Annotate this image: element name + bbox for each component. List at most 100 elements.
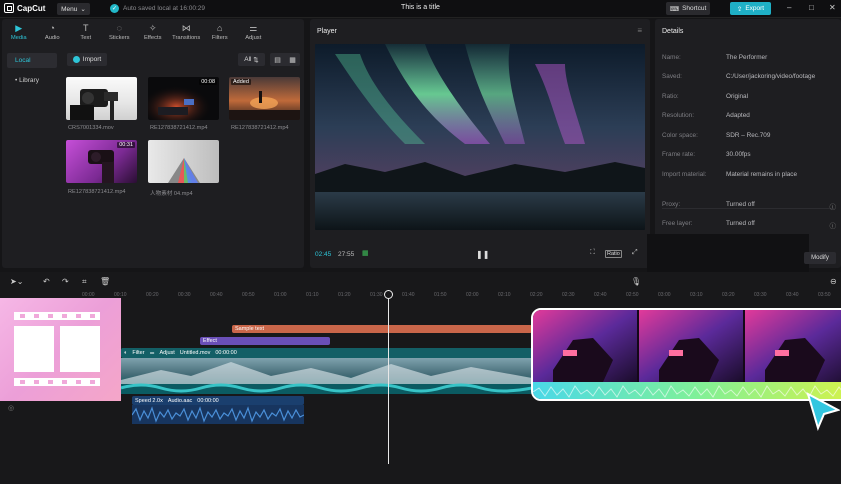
tab-label: Effects <box>143 34 162 41</box>
playhead-line[interactable] <box>388 290 389 464</box>
plus-icon <box>72 56 80 63</box>
filter-all-button[interactable]: All ⇅ <box>238 53 265 66</box>
tick-label: 01:10 <box>306 292 319 298</box>
audio-waveform[interactable] <box>131 405 305 424</box>
player-title: Player <box>317 28 337 35</box>
media-thumbnail[interactable] <box>66 77 137 120</box>
media-filename: RE127838721412.mp4 <box>68 189 126 195</box>
tick-label: 00:30 <box>178 292 191 298</box>
effect-clip[interactable]: Effect <box>200 337 330 345</box>
select-tool-icon[interactable]: ➤⌄ <box>10 277 23 286</box>
tick-label: 01:00 <box>274 292 287 298</box>
aurora-landscape-image <box>315 44 645 230</box>
delete-icon[interactable]: 🗑 <box>100 277 110 286</box>
undo-icon[interactable]: ↶ <box>43 277 50 286</box>
selected-clip-preview[interactable] <box>531 308 841 401</box>
details-panel: Details Name: The Performer Saved: C:/Us… <box>655 19 841 268</box>
tick-label: 02:20 <box>530 292 543 298</box>
tab-adjust[interactable]: ⚌ Adjust <box>237 19 271 45</box>
video-clip-header[interactable]: ◐ Filter ⚌ Adjust Untitled.mov 00:00:00 <box>121 348 532 358</box>
detail-value: Turned off <box>726 201 755 208</box>
tab-effects[interactable]: ✧ Effects <box>136 19 170 45</box>
export-label: Export <box>745 5 765 12</box>
audio-clip-header[interactable]: Speed 2.0x Audio.aac 00:00:00 <box>132 396 304 405</box>
details-title: Details <box>662 28 684 35</box>
tab-text[interactable]: T Text <box>69 19 103 45</box>
video-preview[interactable] <box>315 44 645 230</box>
tab-filters[interactable]: ⌂ Filters <box>203 19 237 45</box>
video-clip-frames[interactable] <box>120 358 533 394</box>
grid-view-icon[interactable]: ▦ <box>289 56 296 64</box>
clip-name: Audio.aac <box>167 397 193 404</box>
split-icon[interactable]: ⌗ <box>82 277 87 287</box>
tick-label: 02:10 <box>498 292 511 298</box>
tab-audio[interactable]: ◔ Audio <box>36 19 70 45</box>
tab-label: Audio <box>44 34 60 41</box>
media-thumbnail[interactable]: 00:31 <box>66 140 137 183</box>
sidebar-item-library[interactable]: • Library <box>7 73 57 88</box>
list-view-icon[interactable]: ▤ <box>274 56 281 64</box>
tab-label: Transitions <box>172 34 201 41</box>
audio-track-icon[interactable]: ◎ <box>8 404 14 412</box>
menu-button[interactable]: Menu ⌄ <box>57 3 90 15</box>
minimize-icon[interactable]: – <box>787 3 791 12</box>
view-toggle: ▤ ▦ <box>270 53 300 66</box>
total-time: 27:55 <box>338 251 355 258</box>
tab-label: Stickers <box>108 34 130 41</box>
microphone-icon[interactable]: 🎙 <box>631 277 641 286</box>
timeline-ruler[interactable]: 00:00 00:10 00:20 00:30 00:40 00:50 01:0… <box>82 291 841 301</box>
filter-icon: ◐ <box>124 350 128 356</box>
fit-screen-icon[interactable]: ⛶ <box>590 249 595 257</box>
redo-icon[interactable]: ↷ <box>62 277 69 286</box>
pointer-cursor-icon <box>806 392 840 431</box>
sort-icon: ⇅ <box>253 56 259 64</box>
media-thumbnail[interactable]: Added <box>229 77 300 120</box>
fullscreen-icon[interactable]: ⤢ <box>632 249 638 257</box>
zoom-fit-icon[interactable]: ⊖ <box>830 277 837 286</box>
detail-value: Turned off <box>726 220 755 227</box>
tick-label: 03:00 <box>658 292 671 298</box>
sidebar-item-local[interactable]: Local <box>7 53 57 68</box>
tab-label: Media <box>10 34 27 41</box>
timeline-grid-icon[interactable]: ▦ <box>362 249 369 257</box>
detail-key: Proxy: <box>662 201 681 208</box>
detail-key: Saved: <box>662 73 682 80</box>
detail-value: The Performer <box>726 54 768 61</box>
close-icon[interactable]: ✕ <box>829 3 836 12</box>
tab-label: Adjust <box>245 34 262 41</box>
detail-key: Color space: <box>662 132 698 139</box>
prism-light-image <box>168 158 200 183</box>
media-panel: ▶ Media ◔ Audio T Text ◌ Stickers ✧ Effe… <box>2 19 304 268</box>
info-icon[interactable]: ⓘ <box>830 220 837 230</box>
shortcut-button[interactable]: ⌨ Shortcut <box>666 2 710 15</box>
info-icon[interactable]: ⓘ <box>830 201 837 211</box>
detail-value: Adapted <box>726 112 750 119</box>
filmstrip-graphic-icon <box>0 298 121 401</box>
maximize-icon[interactable]: □ <box>809 3 814 12</box>
detail-key: Resolution: <box>662 112 694 119</box>
text-clip[interactable]: Sample text <box>232 325 532 333</box>
shortcut-label: Shortcut <box>682 5 707 12</box>
title-bar: CapCut Menu ⌄ ✓ Auto saved local at 16:0… <box>0 0 841 18</box>
ratio-button[interactable]: Ratio <box>605 250 622 258</box>
tab-transitions[interactable]: ⋈ Transitions <box>170 19 204 45</box>
media-thumbnail[interactable]: 00:08 <box>148 77 219 120</box>
tab-stickers[interactable]: ◌ Stickers <box>103 19 137 45</box>
menu-icon[interactable]: ≡ <box>637 26 642 35</box>
modify-button[interactable]: Modify <box>804 252 836 264</box>
playhead-handle[interactable] <box>384 290 393 299</box>
media-thumbnail[interactable] <box>148 140 219 183</box>
tick-label: 00:20 <box>146 292 159 298</box>
tab-media[interactable]: ▶ Media <box>2 19 36 45</box>
duration-badge: 00:08 <box>199 79 217 85</box>
adjust-tag: Adjust <box>159 350 175 356</box>
import-button[interactable]: Import <box>67 53 107 66</box>
pause-icon[interactable]: ❚❚ <box>476 250 489 259</box>
export-button[interactable]: ⇪ Export <box>730 2 771 15</box>
tool-tabs: ▶ Media ◔ Audio T Text ◌ Stickers ✧ Effe… <box>2 19 304 45</box>
film-icon <box>14 312 100 386</box>
tick-label: 03:40 <box>786 292 799 298</box>
camera-rig-image <box>70 89 118 120</box>
clip-name: Untitled.mov <box>179 350 211 356</box>
media-sidebar: Local • Library <box>7 53 57 93</box>
